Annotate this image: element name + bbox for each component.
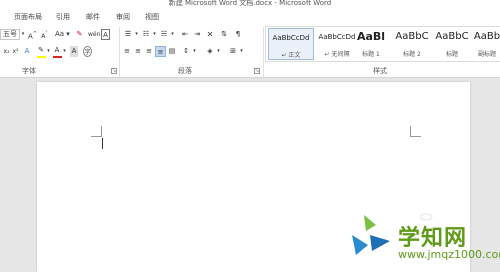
shrink-font-button[interactable]: Aˇ	[40, 29, 49, 40]
style-normal[interactable]: AaBbCcDd ↵ 正文	[268, 28, 314, 60]
highlight-color-swatch	[37, 56, 46, 58]
text-cursor	[102, 138, 103, 149]
style-subtitle[interactable]: AaBb 副标题	[472, 28, 500, 60]
paragraph-group-label: 段落	[178, 67, 192, 75]
tab-mailings[interactable]: 邮件	[86, 12, 100, 22]
style-title[interactable]: AaBbC 标题	[432, 28, 472, 60]
chevron-down-icon[interactable]: ▾	[152, 29, 157, 40]
tab-references[interactable]: 引用	[56, 12, 70, 22]
borders-icon[interactable]: ⊞	[228, 46, 238, 57]
show-marks-icon[interactable]: ¶	[233, 29, 243, 40]
line-spacing-icon[interactable]: ↕	[181, 46, 191, 57]
font-color-button[interactable]: A	[53, 45, 61, 56]
tab-review[interactable]: 审阅	[116, 12, 130, 22]
chevron-down-icon[interactable]: ▾	[20, 29, 26, 40]
subscript-button[interactable]: x₂	[3, 46, 10, 57]
multilevel-list-icon[interactable]: ☵	[159, 29, 169, 40]
style-heading-1[interactable]: AaBl 标题 1	[352, 28, 390, 60]
numbering-icon[interactable]: ☷	[141, 29, 151, 40]
tab-page-layout[interactable]: 页面布局	[14, 12, 42, 22]
align-right-icon[interactable]: ≡	[144, 46, 154, 57]
tab-view[interactable]: 视图	[145, 12, 159, 22]
char-border-button[interactable]: A	[101, 29, 110, 40]
distributed-icon[interactable]: ▤	[167, 46, 177, 57]
increase-indent-icon[interactable]: ⇥	[192, 29, 202, 40]
align-left-icon[interactable]: ≡	[122, 46, 132, 57]
chevron-down-icon[interactable]: ▾	[192, 46, 197, 57]
chevron-down-icon[interactable]: ▾	[239, 46, 244, 57]
justify-icon[interactable]: ≡	[155, 46, 166, 57]
align-center-icon[interactable]: ≡	[133, 46, 143, 57]
title-bar: 新建 Microsoft Word 文档.docx - Microsoft Wo…	[0, 0, 500, 9]
chevron-down-icon[interactable]: ▾	[170, 29, 175, 40]
shading-icon[interactable]: ◈	[205, 46, 215, 57]
phonetic-guide-icon[interactable]: wén	[88, 29, 100, 40]
crop-mark-top-left	[91, 126, 102, 137]
clear-format-icon[interactable]: ✎	[75, 29, 84, 40]
styles-gallery: AaBbCcDd ↵ 正文 AaBbCcDd ↵ 无间隔 AaBl 标题 1 A…	[265, 26, 500, 62]
font-color-swatch	[53, 56, 62, 58]
highlighter-icon[interactable]: ✎	[37, 45, 45, 56]
group-divider	[119, 27, 120, 77]
chevron-down-icon[interactable]: ▾	[46, 46, 51, 57]
superscript-button[interactable]: x²	[12, 46, 19, 57]
font-size-dropdown[interactable]: 五号	[0, 29, 20, 40]
watermark-url: www.jmqz1000.com	[398, 248, 500, 261]
crop-mark-top-right	[410, 126, 421, 137]
ribbon-tabs: 页面布局 引用 邮件 审阅 视图	[0, 9, 500, 23]
grow-font-button[interactable]: A^	[28, 29, 37, 40]
group-divider	[263, 27, 264, 77]
font-group-label: 字体	[22, 67, 36, 75]
char-shading-button[interactable]: A	[70, 46, 78, 57]
decrease-indent-icon[interactable]: ⇤	[180, 29, 190, 40]
chevron-down-icon[interactable]: ▾	[62, 46, 67, 57]
styles-group-label: 样式	[373, 67, 387, 75]
sort-icon[interactable]: ⇅	[219, 29, 229, 40]
chinese-layout-icon[interactable]: ✕	[205, 29, 215, 40]
change-case-button[interactable]: Aa ▾	[55, 29, 70, 40]
style-heading-2[interactable]: AaBbC 标题 2	[392, 28, 432, 60]
font-size-value: 五号	[3, 30, 17, 38]
enclose-char-icon[interactable]: 字	[83, 46, 92, 57]
font-dialog-launcher-icon[interactable]: ↘	[111, 68, 117, 74]
bullets-icon[interactable]: ☰	[123, 29, 133, 40]
chevron-down-icon[interactable]: ▾	[134, 29, 139, 40]
paragraph-dialog-launcher-icon[interactable]: ↘	[254, 68, 260, 74]
window-title: 新建 Microsoft Word 文档.docx - Microsoft Wo…	[168, 0, 332, 7]
chevron-down-icon[interactable]: ▾	[216, 46, 221, 57]
text-effect-icon[interactable]: A	[23, 46, 31, 57]
